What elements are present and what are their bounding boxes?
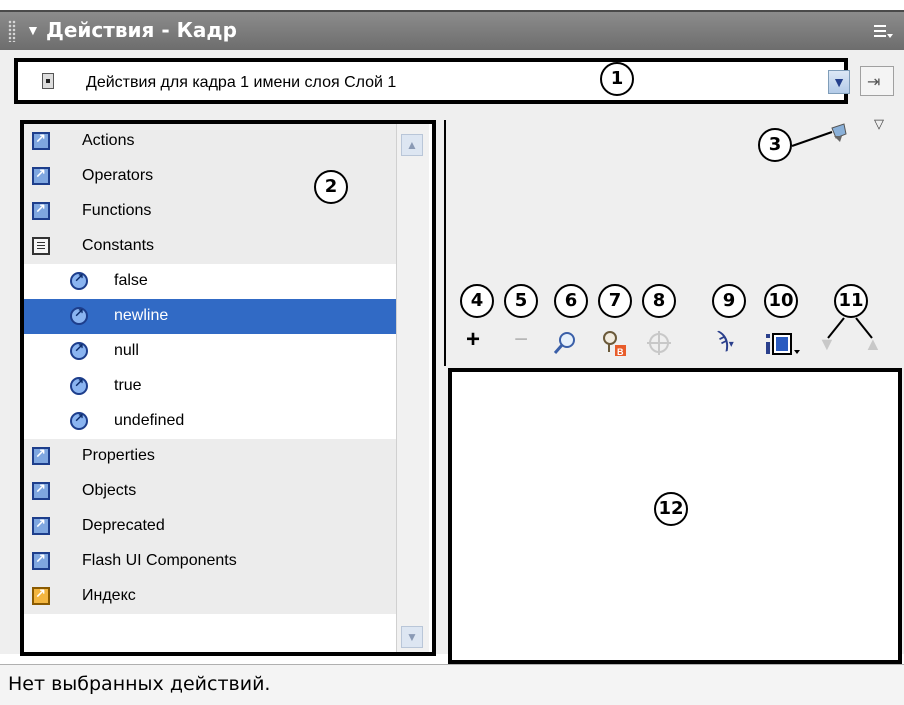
tree-category-index[interactable]: Индекс [24,579,396,614]
panel-title: Действия - Кадр [46,18,237,42]
find-icon[interactable] [552,330,578,356]
panel-options-icon[interactable] [872,22,894,40]
delete-statement-icon[interactable]: − [514,326,528,354]
tree-scrollbar[interactable]: ▲ ▼ [396,124,429,652]
pin-script-button[interactable]: ⇥ [860,66,894,96]
chevron-down-icon[interactable]: ▼ [828,70,850,94]
pin-script-icon: ⇥ [867,74,881,91]
constant-icon [70,376,88,395]
scroll-down-icon[interactable]: ▼ [401,626,423,648]
book-icon [32,166,50,185]
tree-label: Properties [82,447,155,464]
view-options-menu-icon[interactable] [764,330,804,358]
panel-titlebar[interactable]: ▼ Действия - Кадр [0,10,904,50]
tree-label: Deprecated [82,517,165,534]
tree-label: Functions [82,202,152,219]
tree-category-constants[interactable]: Constants [24,229,396,264]
move-down-icon[interactable]: ▼ [818,330,836,358]
tree-label: Actions [82,132,135,149]
status-text: Нет выбранных действий. [8,673,271,695]
constant-icon [70,271,88,290]
triangle-down-icon[interactable]: ▼ [26,22,40,38]
callout-3: 3 [758,128,792,162]
script-target-label: Действия для кадра 1 имени слоя Слой 1 [86,74,397,91]
callout-6: 6 [554,284,588,318]
callout-1: 1 [600,62,634,96]
move-up-icon[interactable]: ▲ [864,330,882,358]
add-statement-icon[interactable]: + [466,326,480,354]
book-icon [32,516,50,535]
callout-3-leader [791,123,847,147]
actions-toolbox[interactable]: Actions Operators Functions Constants fa… [20,120,436,656]
replace-icon[interactable]: B [600,330,630,358]
tree-item-true[interactable]: true [24,369,396,404]
tree-label: true [114,377,142,394]
debug-options-icon[interactable]: ϡ▾ [716,326,734,359]
callout-2: 2 [314,170,348,204]
tree-category-actions[interactable]: Actions [24,124,396,159]
book-icon [32,131,50,150]
tree-label: Constants [82,237,155,254]
tree-label: Operators [82,167,154,184]
callout-4: 4 [460,284,494,318]
book-icon [32,481,50,500]
view-options-icon[interactable]: ▽ [874,116,884,132]
tree-item-undefined[interactable]: undefined [24,404,396,439]
index-book-icon [32,586,50,605]
constant-icon [70,306,88,325]
callout-12: 12 [654,492,688,526]
tree-item-false[interactable]: false [24,264,396,299]
callout-10: 10 [764,284,798,318]
book-icon [32,446,50,465]
callout-9: 9 [712,284,746,318]
tree-label: false [114,272,148,289]
tree-label: null [114,342,139,359]
scroll-up-icon[interactable]: ▲ [401,134,423,156]
status-bar: Нет выбранных действий. [0,664,904,705]
tree-label: Objects [82,482,137,499]
tree-category-deprecated[interactable]: Deprecated [24,509,396,544]
tree-label: Индекс [82,587,136,604]
constant-icon [70,411,88,430]
callout-7: 7 [598,284,632,318]
tree-label: newline [114,307,169,324]
callout-8: 8 [642,284,676,318]
open-book-icon [32,237,50,255]
tree-item-null[interactable]: null [24,334,396,369]
tree-label: Flash UI Components [82,552,237,569]
tree-category-objects[interactable]: Objects [24,474,396,509]
script-target-selector[interactable]: Действия для кадра 1 имени слоя Слой 1 ▼ [14,58,850,104]
book-icon [32,551,50,570]
tree-label: undefined [114,412,185,429]
tree-category-properties[interactable]: Properties [24,439,396,474]
tree-category-flash-ui-components[interactable]: Flash UI Components [24,544,396,579]
constant-icon [70,341,88,360]
tree-item-newline[interactable]: newline [24,299,396,334]
frame-icon [42,73,54,89]
book-icon [32,201,50,220]
grip-icon[interactable] [8,20,16,42]
pane-divider[interactable] [444,120,446,366]
insert-target-path-icon[interactable] [646,330,672,356]
callout-5: 5 [504,284,538,318]
svg-text:B: B [617,347,624,357]
